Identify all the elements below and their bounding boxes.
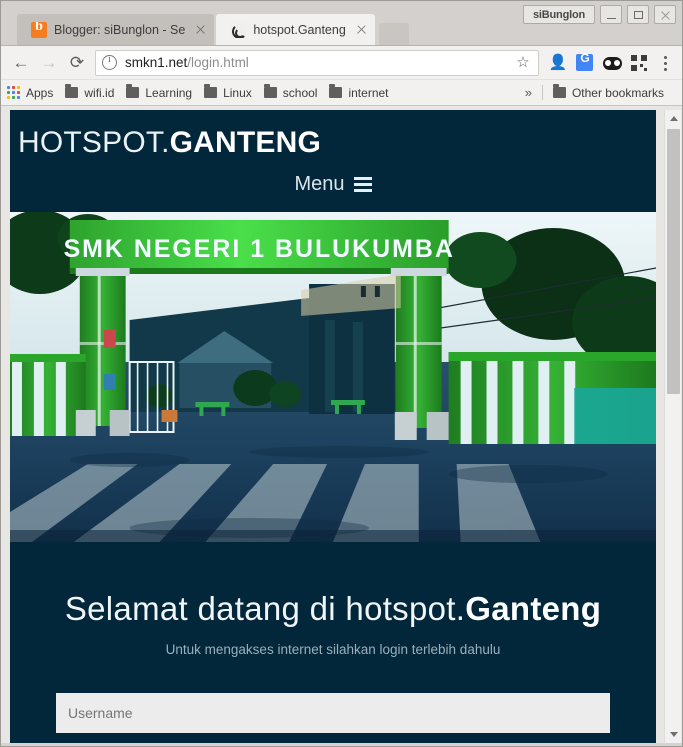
divider xyxy=(541,85,543,100)
welcome-heading: Selamat datang di hotspot.Ganteng xyxy=(20,590,646,628)
folder-icon xyxy=(552,84,566,98)
scroll-down-icon[interactable] xyxy=(665,726,682,743)
window-controls: siBunglon xyxy=(523,5,676,24)
hero-image: SMK NEGERI 1 BULUKUMBA xyxy=(10,212,656,542)
url-path: /login.html xyxy=(187,55,249,70)
url-host: smkn1.net xyxy=(125,55,188,70)
qr-code-icon[interactable] xyxy=(626,50,652,76)
scrollbar-thumb[interactable] xyxy=(667,129,680,394)
maximize-button[interactable] xyxy=(627,5,649,24)
browser-tab-hotspot[interactable]: hotspot.Ganteng xyxy=(216,14,375,45)
reload-button[interactable]: ⟳ xyxy=(63,49,91,77)
bookmark-label: internet xyxy=(348,85,389,100)
brand-bold-text: GANTENG xyxy=(169,126,322,159)
folder-icon xyxy=(204,84,218,98)
forward-button: → xyxy=(40,52,58,72)
user-profile-chip[interactable]: siBunglon xyxy=(523,5,595,24)
tab-list: Blogger: siBunglon - Se hotspot.Ganteng xyxy=(17,14,409,45)
bookmarks-bar: Apps wifi.id Learning Linux school inter… xyxy=(1,80,682,106)
hero-banner: SMK NEGERI 1 BULUKUMBA xyxy=(10,212,656,542)
moon-swirl-icon xyxy=(230,21,247,38)
new-tab-button[interactable] xyxy=(378,23,409,45)
minimize-button[interactable] xyxy=(600,5,622,24)
browser-window: Blogger: siBunglon - Se hotspot.Ganteng … xyxy=(0,0,683,747)
bookmark-folder-learning[interactable]: Learning xyxy=(126,84,193,100)
site-header: HOTSPOT.GANTENG Menu xyxy=(10,110,656,212)
folder-icon xyxy=(263,84,277,98)
bookmark-folder-school[interactable]: school xyxy=(263,84,318,100)
nav-row: Menu xyxy=(10,173,656,196)
bookmark-label: Linux xyxy=(223,85,252,100)
url-text: smkn1.net/login.html xyxy=(125,55,510,70)
tab-title: Blogger: siBunglon - Se xyxy=(54,22,186,37)
brand-light-text: HOTSPOT. xyxy=(18,126,170,159)
welcome-section: Selamat datang di hotspot.Ganteng Untuk … xyxy=(10,542,656,657)
bookmark-label: Other bookmarks xyxy=(571,85,664,100)
welcome-light-text: Selamat datang di hotspot. xyxy=(64,590,466,627)
blogger-icon xyxy=(31,21,47,38)
page-scrollbar[interactable] xyxy=(664,110,681,743)
menu-toggle-button[interactable]: Menu xyxy=(294,173,372,196)
site-info-icon[interactable] xyxy=(102,54,117,70)
folder-icon xyxy=(329,84,343,98)
bookmark-star-icon[interactable]: ☆ xyxy=(514,54,532,72)
tab-title: hotspot.Ganteng xyxy=(253,22,346,37)
chrome-menu-icon[interactable] xyxy=(654,50,676,76)
bookmark-folder-other[interactable]: Other bookmarks xyxy=(552,84,664,100)
bookmark-folder-internet[interactable]: internet xyxy=(329,84,389,100)
svg-text:SMK NEGERI 1 BULUKUMBA: SMK NEGERI 1 BULUKUMBA xyxy=(64,235,455,263)
oval-eyes-icon[interactable] xyxy=(599,50,625,76)
browser-toolbar: ← → ⟳ smkn1.net/login.html ☆ xyxy=(1,46,682,80)
bookmarks-right-group: » Other bookmarks xyxy=(515,84,676,100)
browser-tab-blogger[interactable]: Blogger: siBunglon - Se xyxy=(17,14,215,45)
bookmark-label: school xyxy=(282,85,318,100)
scroll-up-icon[interactable] xyxy=(665,110,682,127)
back-button[interactable]: ← xyxy=(7,49,35,77)
apps-grid-icon xyxy=(7,86,20,99)
hamburger-icon xyxy=(353,177,372,192)
bookmarks-overflow-icon[interactable]: » xyxy=(515,85,542,100)
hotspot-login-page: HOTSPOT.GANTENG Menu SMK NEGERI 1 BULUKU… xyxy=(10,110,656,743)
folder-icon xyxy=(65,84,79,98)
bookmark-folder-linux[interactable]: Linux xyxy=(204,84,252,100)
close-tab-icon[interactable] xyxy=(354,22,369,37)
welcome-bold-text: Ganteng xyxy=(465,590,602,627)
welcome-subtitle: Untuk mengakses internet silahkan login … xyxy=(165,642,501,657)
site-brand: HOTSPOT.GANTENG xyxy=(10,126,656,160)
folder-icon xyxy=(126,84,140,98)
login-form xyxy=(10,657,656,733)
bookmark-apps[interactable]: Apps xyxy=(7,86,53,100)
close-tab-icon[interactable] xyxy=(193,22,208,37)
google-translate-icon[interactable] xyxy=(572,50,598,76)
person-spy-icon[interactable] xyxy=(545,50,571,76)
address-bar[interactable]: smkn1.net/login.html ☆ xyxy=(95,49,539,76)
bookmark-label: Learning xyxy=(145,85,193,100)
menu-label: Menu xyxy=(294,173,345,195)
bookmark-label: wifi.id xyxy=(84,85,115,100)
bookmark-label: Apps xyxy=(26,85,54,100)
close-window-button[interactable] xyxy=(654,5,676,24)
tab-strip: Blogger: siBunglon - Se hotspot.Ganteng … xyxy=(1,1,682,46)
username-input[interactable] xyxy=(56,693,610,733)
bookmark-folder-wifi-id[interactable]: wifi.id xyxy=(65,84,115,100)
page-viewport: HOTSPOT.GANTENG Menu SMK NEGERI 1 BULUKU… xyxy=(1,106,682,743)
